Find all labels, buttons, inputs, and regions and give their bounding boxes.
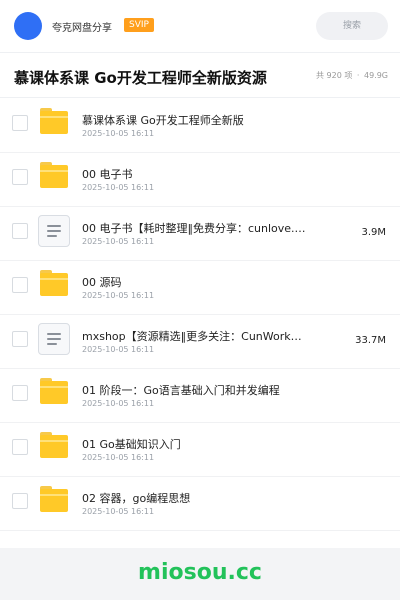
item-date: 2025-10-05 16:11 [82, 453, 155, 462]
folder-icon [40, 270, 68, 296]
document-icon [38, 215, 70, 247]
folder-icon [40, 486, 68, 512]
select-checkbox[interactable] [12, 493, 28, 509]
item-name: 01 Go基础知识入门 [82, 438, 181, 451]
item-count: 共 920 项 [315, 71, 353, 80]
select-checkbox[interactable] [12, 331, 28, 347]
folder-header: 慕课体系课 Go开发工程师全新版资源 共 920 项 · 49.9G [0, 53, 400, 98]
folder-meta: 共 920 项 · 49.9G [314, 70, 388, 81]
app-name: 夸克网盘分享 [52, 23, 112, 34]
file-list: 慕课体系课 Go开发工程师全新版 2025-10-05 16:11 00 电子书… [0, 98, 400, 548]
list-item[interactable]: 02 容器，go编程思想 2025-10-05 16:11 [0, 476, 400, 531]
meta-separator: · [356, 71, 360, 80]
document-icon [38, 323, 70, 355]
item-date: 2025-10-05 16:11 [82, 129, 155, 138]
item-name: 慕课体系课 Go开发工程师全新版 [82, 114, 244, 127]
item-size: 3.9M [361, 227, 386, 238]
list-item[interactable]: 00 源码 2025-10-05 16:11 [0, 260, 400, 315]
select-checkbox[interactable] [12, 277, 28, 293]
select-checkbox[interactable] [12, 385, 28, 401]
list-item[interactable]: 慕课体系课 Go开发工程师全新版 2025-10-05 16:11 [0, 98, 400, 153]
svip-badge: SVIP [124, 18, 154, 32]
folder-icon [40, 162, 68, 188]
select-checkbox[interactable] [12, 115, 28, 131]
total-size: 49.9G [363, 71, 388, 80]
list-item[interactable]: mxshop【资源精选‖更多关注：CunWorkN… 2025-10-05 16… [0, 314, 400, 369]
item-name: 00 电子书【耗时整理‖免费分享：cunlove.… [82, 222, 306, 235]
item-name: 02 容器，go编程思想 [82, 492, 191, 505]
top-bar: 夸克网盘分享 SVIP 搜索 [0, 0, 400, 53]
folder-icon [40, 378, 68, 404]
item-name: mxshop【资源精选‖更多关注：CunWorkN… [82, 330, 308, 343]
item-date: 2025-10-05 16:11 [82, 399, 155, 408]
list-item[interactable]: 00 电子书 2025-10-05 16:11 [0, 152, 400, 207]
page-title: 慕课体系课 Go开发工程师全新版资源 [14, 69, 267, 87]
avatar[interactable] [14, 12, 42, 40]
search-input[interactable]: 搜索 [316, 12, 388, 40]
folder-icon [40, 432, 68, 458]
item-date: 2025-10-05 16:11 [82, 183, 155, 192]
item-date: 2025-10-05 16:11 [82, 345, 155, 354]
item-name: 00 电子书 [82, 168, 133, 181]
site-watermark: miosou.cc [138, 560, 262, 585]
select-checkbox[interactable] [12, 223, 28, 239]
folder-icon [40, 108, 68, 134]
select-checkbox[interactable] [12, 439, 28, 455]
item-name: 00 源码 [82, 276, 122, 289]
item-date: 2025-10-05 16:11 [82, 291, 155, 300]
list-item[interactable]: 01 Go基础知识入门 2025-10-05 16:11 [0, 422, 400, 477]
select-checkbox[interactable] [12, 169, 28, 185]
item-date: 2025-10-05 16:11 [82, 237, 155, 246]
item-name: 01 阶段一：Go语言基础入门和并发编程 [82, 384, 280, 397]
item-size: 33.7M [355, 335, 386, 346]
item-date: 2025-10-05 16:11 [82, 507, 155, 516]
list-item[interactable]: 01 阶段一：Go语言基础入门和并发编程 2025-10-05 16:11 [0, 368, 400, 423]
list-item[interactable]: 00 电子书【耗时整理‖免费分享：cunlove.… 2025-10-05 16… [0, 206, 400, 261]
